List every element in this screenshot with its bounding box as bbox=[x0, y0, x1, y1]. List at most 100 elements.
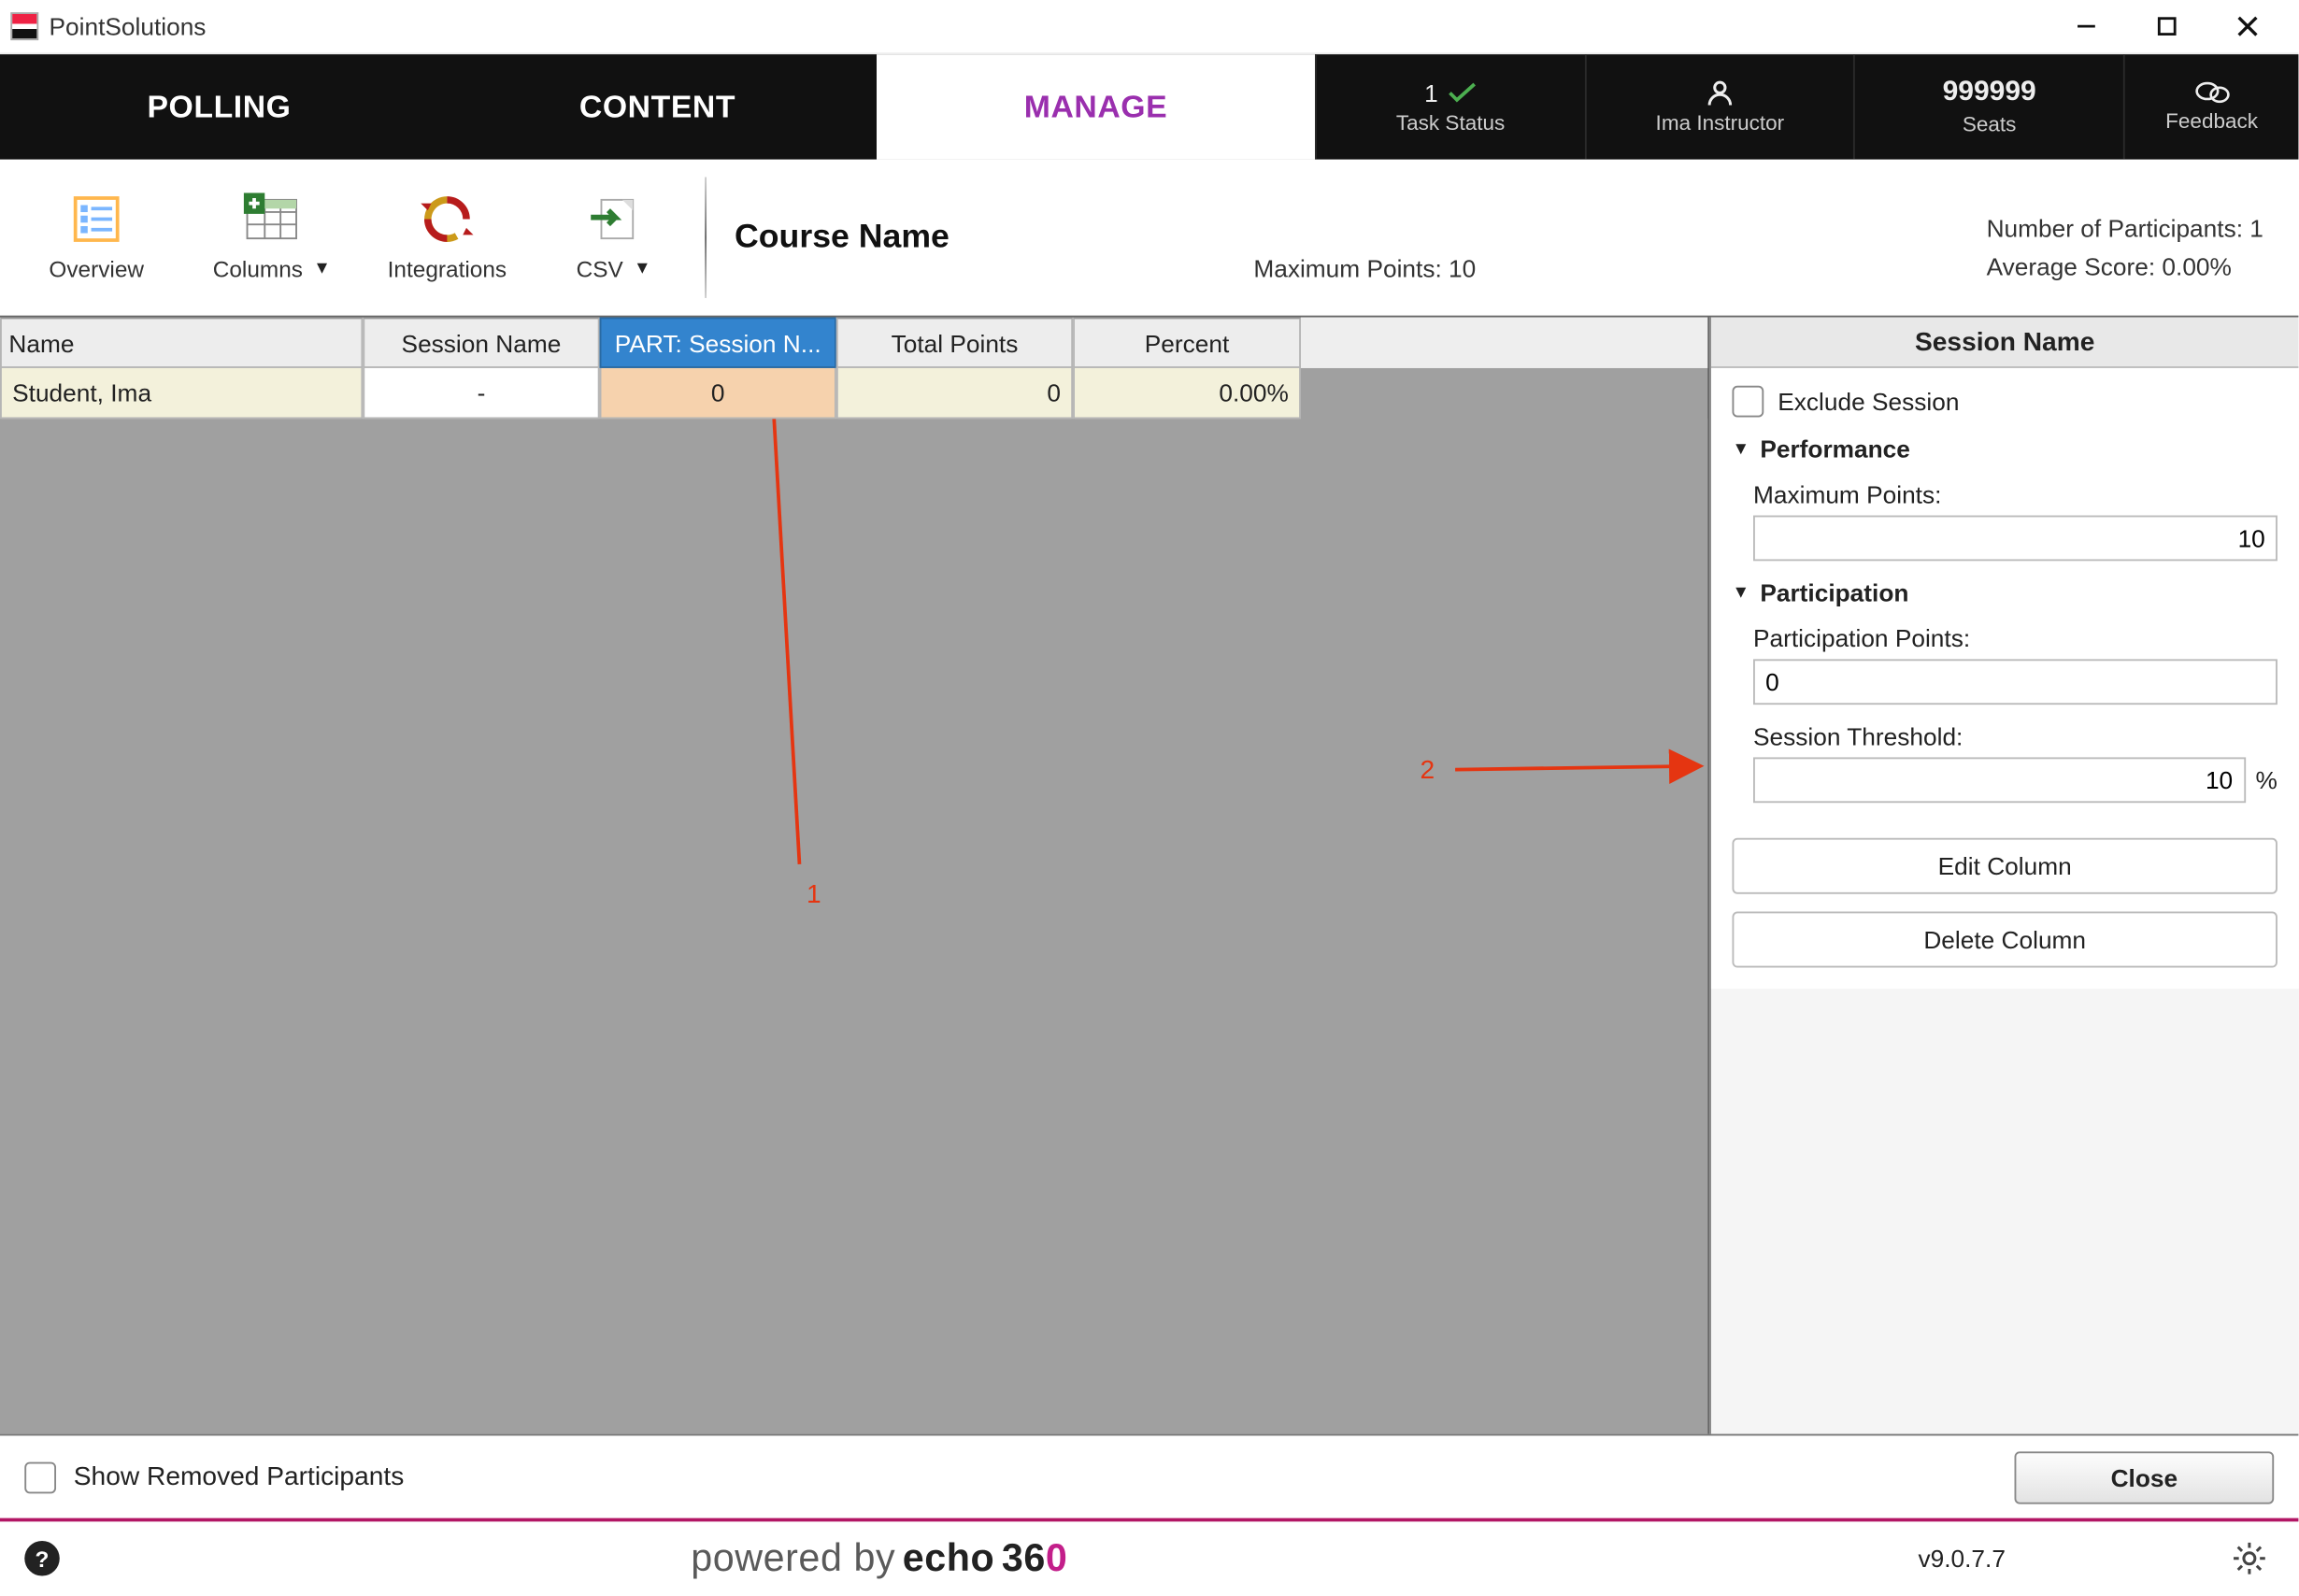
grid-header-row: Name Session Name PART: Session N... Tot… bbox=[0, 318, 1707, 368]
cell-points: 0 bbox=[836, 368, 1073, 419]
annotation-label-2: 2 bbox=[1421, 755, 1435, 784]
close-button[interactable]: Close bbox=[2015, 1450, 2275, 1503]
feedback-icon bbox=[2194, 80, 2230, 105]
toolbar-row: Overview Columns ▼ bbox=[0, 160, 2298, 318]
show-removed-checkbox[interactable] bbox=[24, 1461, 56, 1493]
gear-icon bbox=[2232, 1541, 2267, 1576]
main-area: Name Session Name PART: Session N... Tot… bbox=[0, 318, 2298, 1434]
seats-value: 999999 bbox=[1943, 78, 2036, 109]
task-status-label: Task Status bbox=[1396, 110, 1505, 135]
participation-points-label: Participation Points: bbox=[1753, 624, 2278, 652]
csv-button[interactable]: CSV▼ bbox=[526, 177, 702, 299]
tab-manage[interactable]: MANAGE bbox=[877, 54, 1315, 160]
brand-echo: echo bbox=[903, 1535, 995, 1581]
cell-name: Student, Ima bbox=[0, 368, 363, 419]
performance-label: Performance bbox=[1760, 435, 1910, 463]
application-window: PointSolutions POLLING CONTENT MANAGE 1 … bbox=[0, 0, 2298, 1595]
integrations-icon bbox=[417, 192, 477, 244]
toolbar-divider bbox=[705, 177, 707, 297]
right-panel: Session Name Exclude Session ▼ Performan… bbox=[1709, 318, 2298, 1434]
integrations-label: Integrations bbox=[388, 256, 507, 282]
help-button[interactable]: ? bbox=[24, 1541, 60, 1576]
seats-label: Seats bbox=[1963, 112, 2017, 136]
overview-icon bbox=[70, 192, 122, 244]
exclude-session-checkbox[interactable] bbox=[1732, 386, 1764, 418]
close-window-button[interactable] bbox=[2207, 0, 2288, 53]
user-icon bbox=[1706, 78, 1734, 107]
bottom-bar: Show Removed Participants Close bbox=[0, 1434, 2298, 1518]
delete-column-button[interactable]: Delete Column bbox=[1732, 912, 2277, 968]
avg-score-info: Average Score: 0.00% bbox=[1987, 251, 2232, 279]
columns-icon bbox=[244, 192, 300, 244]
minimize-button[interactable] bbox=[2046, 0, 2126, 53]
version-label: v9.0.7.7 bbox=[1699, 1545, 2225, 1573]
session-threshold-label: Session Threshold: bbox=[1753, 722, 2278, 750]
cell-part: 0 bbox=[600, 368, 836, 419]
chevron-down-icon: ▼ bbox=[1732, 583, 1749, 603]
overview-label: Overview bbox=[49, 256, 144, 282]
table-row[interactable]: Student, Ima - 0 0 0.00% bbox=[0, 368, 1707, 419]
annotation-overlay: 1 2 bbox=[0, 419, 1709, 1401]
powered-by: powered by echo360 bbox=[60, 1535, 1699, 1581]
overview-button[interactable]: Overview bbox=[18, 177, 176, 299]
settings-button[interactable] bbox=[2225, 1541, 2275, 1576]
course-title: Course Name bbox=[710, 160, 1184, 316]
edit-column-button[interactable]: Edit Column bbox=[1732, 838, 2277, 894]
app-icon bbox=[10, 12, 38, 40]
max-points-info: Maximum Points: 10 bbox=[1253, 253, 1476, 281]
participation-section-header[interactable]: ▼ Participation bbox=[1732, 578, 2277, 606]
status-area: 1 Task Status Ima Instructor 999999 Seat… bbox=[1315, 54, 2298, 160]
titlebar: PointSolutions bbox=[0, 0, 2298, 54]
tab-polling[interactable]: POLLING bbox=[0, 54, 438, 160]
participation-points-input[interactable] bbox=[1753, 659, 2278, 705]
chevron-down-icon: ▼ bbox=[313, 260, 331, 279]
right-panel-body: Exclude Session ▼ Performance Maximum Po… bbox=[1711, 368, 2298, 989]
user-status-item[interactable]: Ima Instructor bbox=[1584, 54, 1853, 160]
max-points-input[interactable] bbox=[1753, 516, 2278, 562]
feedback-label: Feedback bbox=[2165, 108, 2258, 133]
minimize-icon bbox=[2076, 16, 2097, 37]
check-icon bbox=[1449, 82, 1477, 104]
show-removed-label: Show Removed Participants bbox=[74, 1462, 405, 1492]
cell-session: - bbox=[363, 368, 599, 419]
exclude-session-label: Exclude Session bbox=[1778, 388, 1959, 416]
chevron-down-icon: ▼ bbox=[1732, 439, 1749, 459]
columns-label: Columns bbox=[213, 256, 303, 282]
feedback-status-item[interactable]: Feedback bbox=[2123, 54, 2299, 160]
column-header-total-points[interactable]: Total Points bbox=[836, 318, 1073, 368]
participation-label: Participation bbox=[1760, 578, 1908, 606]
column-header-percent[interactable]: Percent bbox=[1073, 318, 1301, 368]
grid-zone: Name Session Name PART: Session N... Tot… bbox=[0, 318, 1709, 1434]
brand-36: 36 bbox=[1002, 1535, 1046, 1581]
maximize-button[interactable] bbox=[2127, 0, 2207, 53]
performance-section-header[interactable]: ▼ Performance bbox=[1732, 435, 2277, 463]
percent-suffix: % bbox=[2256, 766, 2278, 794]
integrations-button[interactable]: Integrations bbox=[368, 177, 526, 299]
footer: ? powered by echo360 v9.0.7.7 bbox=[0, 1518, 2298, 1596]
columns-button[interactable]: Columns ▼ bbox=[176, 177, 368, 299]
right-panel-title: Session Name bbox=[1711, 318, 2298, 368]
session-threshold-input[interactable] bbox=[1753, 757, 2245, 803]
column-header-name[interactable]: Name bbox=[0, 318, 363, 368]
exclude-session-row[interactable]: Exclude Session bbox=[1732, 386, 2277, 418]
cell-percent: 0.00% bbox=[1073, 368, 1301, 419]
close-icon bbox=[2235, 14, 2260, 38]
top-nav: POLLING CONTENT MANAGE 1 Task Status Ima… bbox=[0, 54, 2298, 160]
task-count: 1 bbox=[1424, 78, 1438, 107]
tab-content[interactable]: CONTENT bbox=[438, 54, 877, 160]
grid-empty-area: 1 2 bbox=[0, 419, 1707, 1433]
column-header-part-session[interactable]: PART: Session N... bbox=[600, 318, 836, 368]
column-header-session[interactable]: Session Name bbox=[363, 318, 599, 368]
toolbar-info: Maximum Points: 10 Number of Participant… bbox=[1183, 160, 2298, 316]
maximize-icon bbox=[2156, 16, 2178, 37]
seats-status-item[interactable]: 999999 Seats bbox=[1854, 54, 2123, 160]
task-status-item[interactable]: 1 Task Status bbox=[1315, 54, 1584, 160]
brand-0: 0 bbox=[1046, 1535, 1068, 1581]
toolbar-left: Overview Columns ▼ bbox=[0, 160, 701, 316]
powered-prefix: powered by bbox=[691, 1535, 895, 1581]
csv-icon bbox=[587, 192, 639, 244]
csv-label: CSV bbox=[577, 256, 623, 282]
annotation-label-1: 1 bbox=[807, 879, 821, 908]
user-name: Ima Instructor bbox=[1656, 110, 1785, 135]
app-title: PointSolutions bbox=[50, 12, 207, 40]
